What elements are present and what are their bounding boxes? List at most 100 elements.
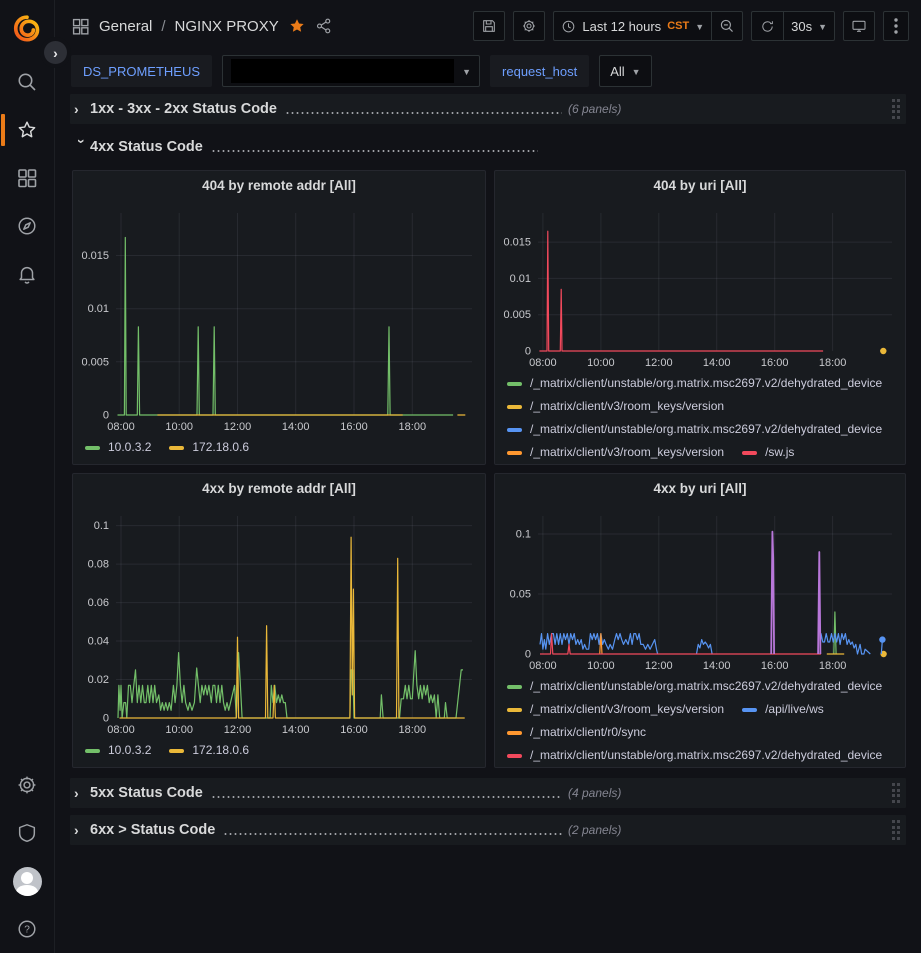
row-title: 4xx Status Code <box>90 139 203 155</box>
sidebar-item-alerting[interactable] <box>0 250 54 298</box>
more-options-button[interactable] <box>883 11 909 41</box>
datasource-variable-label[interactable]: DS_PROMETHEUS <box>71 55 212 87</box>
sidebar-item-search[interactable] <box>0 58 54 106</box>
share-icon[interactable] <box>315 17 333 35</box>
panel-title[interactable]: 404 by remote addr [All] <box>73 171 485 201</box>
gear-icon <box>16 774 38 796</box>
legend-label: /_matrix/client/unstable/org.matrix.msc2… <box>530 677 882 696</box>
row-4xx[interactable]: › 4xx Status Code <box>70 132 906 162</box>
legend-item[interactable]: /_matrix/client/v3/room_keys/version <box>507 443 724 462</box>
time-range-picker[interactable]: Last 12 hours CST ▼ <box>553 11 711 41</box>
dotted-leader <box>223 833 562 835</box>
legend-item[interactable]: /sw.js <box>742 443 794 462</box>
legend-item[interactable]: /_matrix/client/v3/room_keys/version <box>507 397 724 416</box>
row-5xx[interactable]: › 5xx Status Code (4 panels) <box>70 778 906 808</box>
svg-text:14:00: 14:00 <box>703 357 731 369</box>
kebab-icon <box>894 18 898 34</box>
chevron-right-icon: › <box>74 785 90 801</box>
svg-text:14:00: 14:00 <box>282 724 310 736</box>
dashboard-title[interactable]: NGINX PROXY <box>175 18 279 35</box>
legend-swatch <box>507 685 522 689</box>
svg-text:0.005: 0.005 <box>503 309 531 321</box>
row-6xx[interactable]: › 6xx > Status Code (2 panels) <box>70 815 906 845</box>
legend-label: /_matrix/client/unstable/org.matrix.msc2… <box>530 420 882 439</box>
zoom-out-button[interactable] <box>711 11 743 41</box>
svg-text:?: ? <box>24 925 30 936</box>
timeseries-chart[interactable]: 08:0010:0012:0014:0016:0018:0000.020.040… <box>74 504 484 736</box>
legend-swatch <box>507 731 522 735</box>
chevron-down-icon: ▼ <box>818 22 827 32</box>
legend-item[interactable]: /_matrix/client/unstable/org.matrix.msc2… <box>507 746 882 765</box>
legend-label: /_matrix/client/v3/room_keys/version <box>530 443 724 462</box>
svg-text:12:00: 12:00 <box>224 724 252 736</box>
timeseries-chart[interactable]: 08:0010:0012:0014:0016:0018:0000.0050.01… <box>74 201 484 433</box>
legend-label: /_matrix/client/unstable/org.matrix.msc2… <box>530 374 882 393</box>
time-range-label: Last 12 hours <box>582 19 661 34</box>
legend-item[interactable]: /api/live/ws <box>742 700 824 719</box>
sidebar-expand-button[interactable]: › <box>44 41 67 64</box>
refresh-interval-picker[interactable]: 30s ▼ <box>783 11 835 41</box>
timeseries-chart[interactable]: 08:0010:0012:0014:0016:0018:0000.0050.01… <box>496 201 904 369</box>
save-dashboard-button[interactable] <box>473 11 505 41</box>
legend-item[interactable]: /_matrix/client/unstable/org.matrix.msc2… <box>507 374 882 393</box>
sidebar-item-explore[interactable] <box>0 202 54 250</box>
chevron-down-icon: › <box>74 139 90 155</box>
chevron-down-icon: ▼ <box>695 22 704 32</box>
sidebar-item-dashboards[interactable] <box>0 154 54 202</box>
legend-item[interactable]: /_matrix/client/unstable/org.matrix.msc2… <box>507 677 882 696</box>
toolbar-right: Last 12 hours CST ▼ 30s <box>473 11 909 41</box>
save-icon <box>481 18 497 34</box>
sidebar-item-server-admin[interactable] <box>0 809 54 857</box>
legend-label: /_matrix/client/r0/sync <box>530 723 646 742</box>
svg-text:18:00: 18:00 <box>819 660 847 672</box>
svg-text:16:00: 16:00 <box>340 724 368 736</box>
favorite-star-icon[interactable] <box>288 17 306 35</box>
panel-title[interactable]: 4xx by remote addr [All] <box>73 474 485 504</box>
legend: 10.0.3.2 172.18.0.6 <box>73 433 485 457</box>
legend-item[interactable]: 10.0.3.2 <box>85 438 151 457</box>
svg-text:08:00: 08:00 <box>107 421 135 433</box>
request-host-value: All <box>610 64 624 79</box>
legend-swatch <box>507 451 522 455</box>
time-picker-group: Last 12 hours CST ▼ <box>553 11 743 41</box>
panel-title[interactable]: 404 by uri [All] <box>495 171 905 201</box>
legend-item[interactable]: 10.0.3.2 <box>85 741 151 760</box>
grafana-app: ? › General / NGINX PROXY <box>0 0 921 953</box>
svg-text:14:00: 14:00 <box>703 660 731 672</box>
legend-item[interactable]: /_matrix/client/unstable/org.matrix.msc2… <box>507 420 882 439</box>
sidebar-item-configuration[interactable] <box>0 761 54 809</box>
datasource-variable-select[interactable]: ▼ <box>222 55 480 87</box>
panel-404-by-remote-addr: 404 by remote addr [All] 08:0010:0012:00… <box>72 170 486 465</box>
timeseries-chart[interactable]: 08:0010:0012:0014:0016:0018:0000.050.1 <box>496 504 904 672</box>
top-navbar: General / NGINX PROXY <box>55 0 921 52</box>
svg-text:0.06: 0.06 <box>88 597 109 609</box>
request-host-variable-select[interactable]: All ▼ <box>599 55 651 87</box>
refresh-button[interactable] <box>751 11 783 41</box>
cycle-view-mode-button[interactable] <box>843 11 875 41</box>
row-drag-handle[interactable] <box>892 820 901 840</box>
legend-item[interactable]: /_matrix/client/r0/sync <box>507 723 646 742</box>
row-drag-handle[interactable] <box>892 99 901 119</box>
dashboard-settings-button[interactable] <box>513 11 545 41</box>
sidebar-item-profile[interactable] <box>0 857 54 905</box>
legend-swatch <box>742 451 757 455</box>
panel-title[interactable]: 4xx by uri [All] <box>495 474 905 504</box>
row-1xx-3xx-2xx[interactable]: › 1xx - 3xx - 2xx Status Code (6 panels) <box>70 94 906 124</box>
breadcrumb-folder[interactable]: General <box>99 18 152 35</box>
shield-icon <box>16 822 38 844</box>
legend-swatch <box>507 754 522 758</box>
refresh-icon <box>760 19 775 34</box>
legend-item[interactable]: 172.18.0.6 <box>169 741 249 760</box>
legend-label: 172.18.0.6 <box>192 438 249 457</box>
row-drag-handle[interactable] <box>892 783 901 803</box>
search-icon <box>16 71 38 93</box>
sidebar-item-starred[interactable] <box>0 106 54 154</box>
request-host-variable-label[interactable]: request_host <box>490 55 589 87</box>
sidebar-item-help[interactable]: ? <box>0 905 54 953</box>
svg-text:0: 0 <box>525 346 531 358</box>
svg-text:0.05: 0.05 <box>510 589 531 601</box>
legend-item[interactable]: /_matrix/client/v3/room_keys/version <box>507 700 724 719</box>
timezone-label: CST <box>667 20 689 32</box>
legend-item[interactable]: 172.18.0.6 <box>169 438 249 457</box>
legend-swatch <box>507 405 522 409</box>
